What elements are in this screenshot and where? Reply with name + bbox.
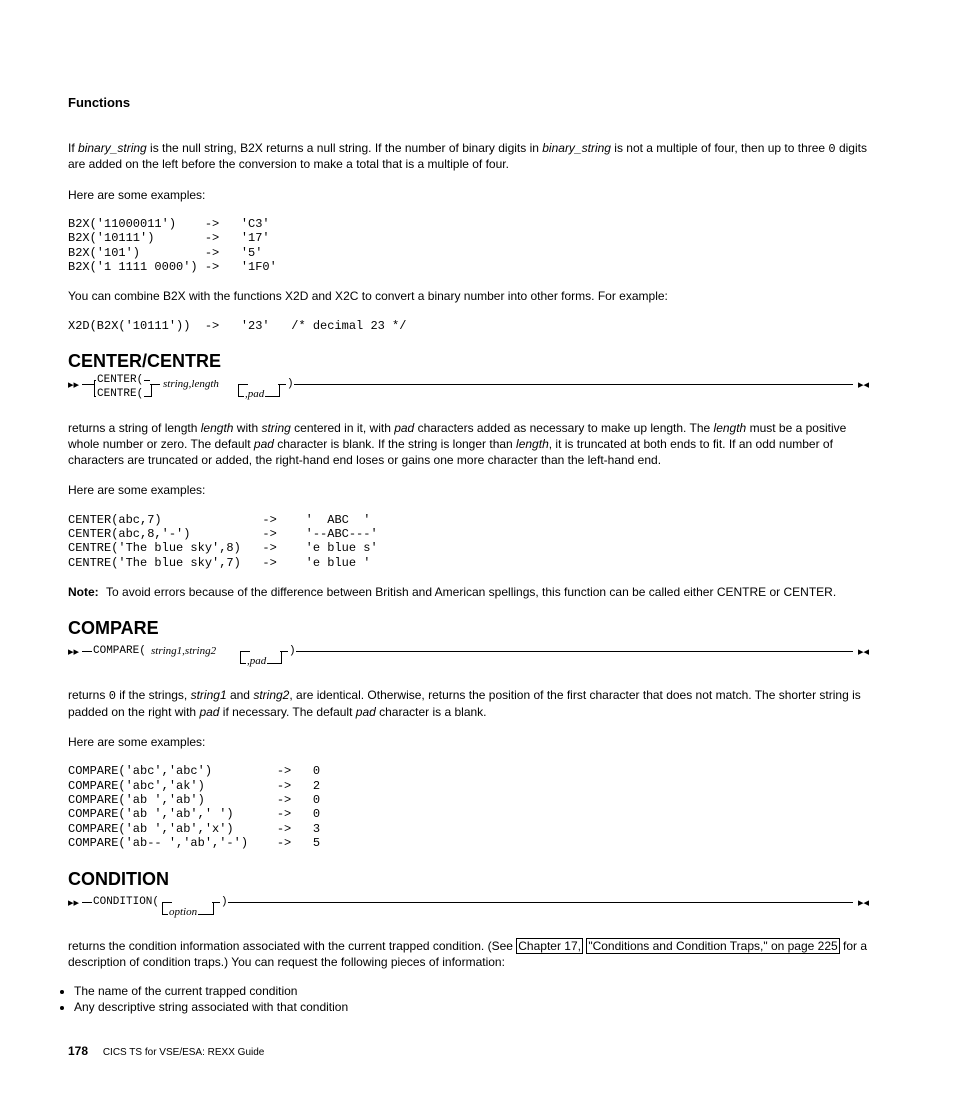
compare-examples: COMPARE('abc','abc') -> 0 COMPARE('abc',…: [68, 764, 869, 850]
zero: 0: [109, 689, 116, 703]
page-link[interactable]: "Conditions and Condition Traps," on pag…: [586, 938, 839, 954]
syntax-args: string,length: [162, 378, 220, 390]
note-text: To avoid errors because of the differenc…: [106, 585, 836, 599]
b2x-examples: B2X('11000011') -> 'C3' B2X('10111') -> …: [68, 217, 869, 275]
note-label: Note:: [68, 585, 99, 599]
text: returns the condition information associ…: [68, 939, 516, 953]
page-number: 178: [68, 1044, 88, 1058]
compare-heading: COMPARE: [68, 618, 869, 639]
examples-label: Here are some examples:: [68, 187, 869, 203]
list-item: The name of the current trapped conditio…: [74, 984, 869, 998]
center-description: returns a string of length length with s…: [68, 420, 869, 469]
compare-syntax-diagram: ▸▸ COMPARE( string1,string2 ,pad ) ▸◂: [68, 643, 869, 669]
text: If: [68, 141, 78, 155]
b2x-combine-code: X2D(B2X('10111')) -> '23' /* decimal 23 …: [68, 319, 869, 333]
length-2: length: [714, 421, 747, 435]
binary-string-2: binary_string: [542, 141, 611, 155]
string: string: [261, 421, 290, 435]
syntax-compare-args: string1,string2: [150, 645, 217, 657]
b2x-paragraph: If binary_string is the null string, B2X…: [68, 140, 869, 173]
text: returns a string of length: [68, 421, 201, 435]
section-header: Functions: [68, 95, 869, 110]
text: if necessary. The default: [219, 705, 355, 719]
pad: pad: [199, 705, 219, 719]
syntax-compare-pad: ,pad: [246, 655, 267, 667]
text: characters added as necessary to make up…: [414, 421, 713, 435]
binary-string-1: binary_string: [78, 141, 147, 155]
condition-heading: CONDITION: [68, 869, 869, 890]
pad-2: pad: [254, 437, 274, 451]
text: if the strings,: [116, 688, 191, 702]
page-footer: 178 CICS TS for VSE/ESA: REXX Guide: [68, 1044, 869, 1058]
text: and: [227, 688, 254, 702]
examples-label: Here are some examples:: [68, 482, 869, 498]
center-syntax-diagram: ▸▸ CENTER( CENTRE( string,length ,pad ) …: [68, 376, 869, 402]
chapter-link[interactable]: Chapter 17,: [516, 938, 583, 954]
syntax-compare: COMPARE(: [92, 645, 147, 657]
text: character is a blank.: [376, 705, 487, 719]
pad-1: pad: [394, 421, 414, 435]
center-examples: CENTER(abc,7) -> ' ABC ' CENTER(abc,8,'-…: [68, 513, 869, 571]
syntax-condition: CONDITION(: [92, 896, 160, 908]
text: is not a multiple of four, then up to th…: [611, 141, 828, 155]
pad2: pad: [356, 705, 376, 719]
text: returns: [68, 688, 109, 702]
examples-label: Here are some examples:: [68, 734, 869, 750]
compare-description: returns 0 if the strings, string1 and st…: [68, 687, 869, 720]
b2x-combine-para: You can combine B2X with the functions X…: [68, 288, 869, 304]
text: with: [233, 421, 261, 435]
text: is the null string, B2X returns a null s…: [147, 141, 543, 155]
string2: string2: [253, 688, 289, 702]
text: character is blank. If the string is lon…: [274, 437, 516, 451]
length-1: length: [201, 421, 234, 435]
list-item: Any descriptive string associated with t…: [74, 1000, 869, 1014]
center-note: Note: To avoid errors because of the dif…: [68, 584, 869, 600]
condition-syntax-diagram: ▸▸ CONDITION( option ) ▸◂: [68, 894, 869, 920]
syntax-condition-opt: option: [168, 906, 198, 918]
condition-bullets: The name of the current trapped conditio…: [68, 984, 869, 1014]
syntax-centre: CENTRE(: [96, 388, 144, 400]
center-heading: CENTER/CENTRE: [68, 351, 869, 372]
string1: string1: [191, 688, 227, 702]
length-3: length: [516, 437, 549, 451]
syntax-pad: ,pad: [244, 388, 265, 400]
text: centered in it, with: [291, 421, 394, 435]
zero-code: 0: [828, 142, 835, 156]
footer-text: CICS TS for VSE/ESA: REXX Guide: [103, 1047, 265, 1058]
